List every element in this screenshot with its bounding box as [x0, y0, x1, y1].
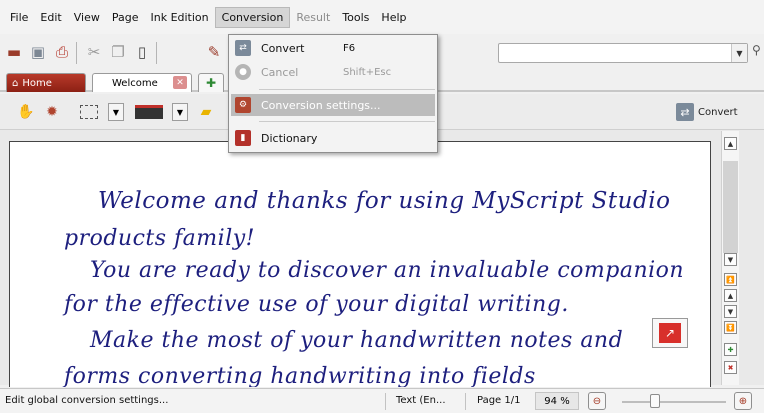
menu-result[interactable]: Result [290, 8, 336, 27]
cancel-icon: ● [235, 64, 251, 80]
menu-file[interactable]: File [4, 8, 34, 27]
handwriting-line: for the effective use of your digital wr… [64, 292, 569, 317]
pen-icon[interactable]: ✎ [204, 42, 224, 62]
save-icon[interactable]: ▣ [28, 42, 48, 62]
convert-button[interactable]: ⇄ Convert [676, 101, 738, 123]
zoom-out-button[interactable]: ⊖ [588, 392, 606, 410]
handwriting-line: forms converting handwriting into fields [64, 364, 536, 387]
zoom-level[interactable]: 94 % [535, 392, 579, 410]
print-icon[interactable]: ⎙ [52, 42, 72, 62]
zoom-in-button[interactable]: ⊕ [734, 392, 752, 410]
status-message: Edit global conversion settings... [5, 395, 169, 406]
scroll-thumb[interactable] [723, 161, 738, 253]
pen-dropdown[interactable]: ▼ [172, 103, 188, 121]
menu-bar: File Edit View Page Ink Edition Conversi… [0, 0, 764, 34]
ink-page[interactable]: Welcome and thanks for using MyScript St… [9, 141, 711, 387]
status-language[interactable]: Text (En... [396, 395, 446, 406]
conversion-menu: ⇄ Convert F6 ● Cancel Shift+Esc ⚙ Conver… [228, 34, 438, 153]
handwriting-line: Make the most of your handwritten notes … [90, 328, 624, 353]
status-separator [385, 393, 386, 410]
toolbar-separator [76, 42, 77, 64]
open-folder-icon[interactable]: ▬ [4, 42, 24, 62]
menu-item-label: Dictionary [261, 131, 318, 145]
dictionary-book-icon: ▮ [235, 130, 251, 146]
menu-item-conversion-settings[interactable]: ⚙ Conversion settings... [231, 94, 435, 116]
toolbar-separator [156, 42, 157, 64]
tab-home[interactable]: ⌂ Home [6, 73, 86, 92]
status-page: Page 1/1 [477, 395, 521, 406]
expand-arrow-icon: ↗ [659, 323, 681, 343]
page-first-button[interactable]: ⏫ [724, 273, 737, 286]
menu-item-shortcut: Shift+Esc [343, 66, 392, 78]
handwriting-line: products family! [64, 226, 256, 251]
menu-separator [259, 121, 435, 122]
convert-icon: ⇄ [235, 40, 251, 56]
scroll-down-button[interactable]: ▼ [724, 253, 737, 266]
selection-rect-icon[interactable] [76, 102, 102, 122]
cut-icon[interactable]: ✂ [84, 42, 104, 62]
menu-item-convert[interactable]: ⇄ Convert F6 [231, 37, 435, 59]
close-icon[interactable]: ✕ [173, 76, 187, 89]
convert-icon: ⇄ [676, 103, 694, 121]
menu-item-label: Convert [261, 41, 305, 55]
menu-item-label: Cancel [261, 65, 299, 79]
selection-dropdown[interactable]: ▼ [108, 103, 124, 121]
zoom-slider-thumb[interactable] [650, 394, 660, 408]
menu-item-shortcut: F6 [343, 42, 356, 54]
menu-separator [259, 89, 435, 90]
highlighter-icon[interactable]: ▰ [196, 102, 216, 122]
hand-icon[interactable]: ✋ [16, 102, 36, 122]
menu-view[interactable]: View [68, 8, 106, 27]
status-separator [465, 393, 466, 410]
chevron-down-icon[interactable]: ▼ [731, 44, 747, 62]
tab-welcome[interactable]: Welcome ✕ [92, 73, 192, 92]
plus-icon: ✚ [205, 76, 217, 90]
tab-welcome-label: Welcome [112, 77, 158, 89]
add-page-icon[interactable]: ✚ [724, 343, 737, 356]
zoom-slider-track[interactable] [622, 401, 726, 403]
delete-page-icon[interactable]: ✖ [724, 361, 737, 374]
page-next-button[interactable]: ▼ [724, 305, 737, 318]
scroll-up-button[interactable]: ▲ [724, 137, 737, 150]
menu-edit[interactable]: Edit [34, 8, 67, 27]
status-bar: Edit global conversion settings... Text … [0, 388, 764, 413]
convert-button-label: Convert [698, 106, 738, 118]
handwriting-line: Welcome and thanks for using MyScript St… [98, 188, 671, 214]
handwriting-line: You are ready to discover an invaluable … [90, 258, 685, 283]
paste-icon[interactable]: ▯ [132, 42, 152, 62]
menu-help[interactable]: Help [375, 8, 412, 27]
menu-tools[interactable]: Tools [336, 8, 375, 27]
search-combo[interactable]: ▼ [498, 43, 748, 63]
menu-item-cancel[interactable]: ● Cancel Shift+Esc [231, 61, 435, 83]
menu-item-label: Conversion settings... [261, 98, 381, 112]
home-icon: ⌂ [12, 77, 19, 89]
eraser-icon[interactable]: ✹ [42, 102, 62, 122]
pen-color-icon[interactable] [132, 102, 166, 122]
menu-ink-edition[interactable]: Ink Edition [144, 8, 214, 27]
page-prev-button[interactable]: ▲ [724, 289, 737, 302]
page-last-button[interactable]: ⏬ [724, 321, 737, 334]
settings-gear-icon: ⚙ [235, 97, 251, 113]
new-tab-button[interactable]: ✚ [198, 73, 224, 92]
search-icon[interactable]: ⚲ [752, 43, 764, 63]
expand-button[interactable]: ↗ [652, 318, 688, 348]
vertical-scrollbar[interactable]: ▲ ▼ ⏫ ▲ ▼ ⏬ ✚ ✖ [721, 131, 739, 385]
tab-home-label: Home [22, 77, 52, 89]
menu-conversion[interactable]: Conversion [214, 6, 291, 28]
menu-item-dictionary[interactable]: ▮ Dictionary [231, 127, 435, 149]
menu-page[interactable]: Page [106, 8, 145, 27]
copy-icon[interactable]: ❐ [108, 42, 128, 62]
